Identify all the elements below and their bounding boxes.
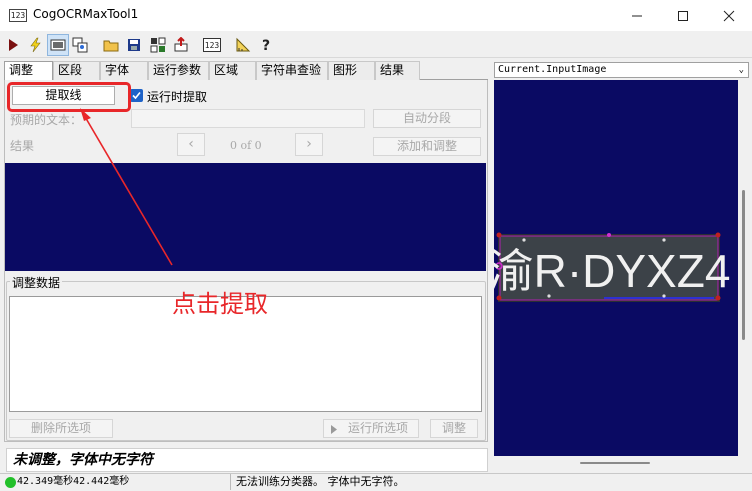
ruler-icon[interactable] — [232, 34, 254, 56]
highlight-box — [7, 82, 131, 112]
tab-results[interactable]: 结果 — [375, 61, 420, 80]
chevron-right-icon: › — [306, 136, 312, 152]
tab-graphics[interactable]: 图形 — [328, 61, 375, 80]
run-extract-checkbox[interactable] — [130, 89, 143, 102]
annotation-text: 点击提取 — [172, 290, 268, 318]
input-image-display[interactable]: 渝R·DYXZ4 — [488, 80, 738, 456]
license-plate-image: 渝R·DYXZ4 — [488, 232, 730, 302]
run-icon[interactable] — [2, 34, 24, 56]
tab-tune[interactable]: 调整 — [4, 61, 53, 81]
result-pager: 0 of 0 — [230, 139, 262, 152]
tab-segment[interactable]: 区段 — [53, 61, 100, 80]
tune-button[interactable]: 调整 — [430, 419, 478, 438]
run-selected-button[interactable]: 运行所选项 — [323, 419, 419, 438]
maximize-icon[interactable] — [660, 0, 706, 31]
auto-segment-button[interactable]: 自动分段 — [373, 109, 481, 128]
timing-text: 42.349毫秒42.442毫秒 — [17, 476, 130, 487]
chevron-left-icon: ‹ — [188, 136, 194, 152]
ocr-font-icon[interactable]: 123 — [201, 34, 223, 56]
tab-region[interactable]: 区域 — [209, 61, 256, 80]
svg-text:?: ? — [262, 38, 270, 53]
horizontal-scroll-thumb[interactable] — [580, 462, 650, 464]
delete-selected-button[interactable]: 删除所选项 — [9, 419, 113, 438]
next-result-button[interactable]: › — [295, 133, 323, 156]
expected-text-label: 预期的文本： — [10, 113, 83, 127]
chevron-down-icon: ⌄ — [738, 65, 744, 75]
close-icon[interactable] — [706, 0, 752, 31]
toolbar: 123 ? — [0, 31, 752, 58]
open-folder-icon[interactable] — [100, 34, 122, 56]
image-horizontal-scrollbar[interactable] — [494, 456, 738, 469]
save-icon[interactable] — [123, 34, 145, 56]
tab-string-check[interactable]: 字符串查验 — [256, 61, 328, 80]
tab-font[interactable]: 字体 — [100, 61, 148, 80]
app-icon: 123 — [9, 9, 27, 22]
image-vertical-scrollbar[interactable] — [738, 80, 749, 456]
status-ok-icon — [5, 477, 16, 488]
image-selector[interactable]: Current.InputImage ⌄ — [494, 62, 749, 78]
title-bar: 123 CogOCRMaxTool1 — [0, 0, 752, 31]
status-bar: 42.349毫秒42.442毫秒 无法训练分类器。 字体中无字符。 — [0, 473, 752, 491]
image-display-icon[interactable] — [47, 34, 69, 56]
tab-run-params[interactable]: 运行参数 — [148, 61, 209, 80]
lightning-icon[interactable] — [24, 34, 46, 56]
expected-text-input[interactable] — [131, 109, 365, 128]
add-tune-button[interactable]: 添加和调整 — [373, 137, 481, 156]
tune-data-label: 调整数据 — [10, 274, 63, 291]
tab-strip: 调整 区段 字体 运行参数 区域 字符串查验 图形 结果 — [4, 61, 488, 81]
status-divider — [230, 474, 231, 490]
result-image-area — [5, 163, 486, 271]
prev-result-button[interactable]: ‹ — [177, 133, 205, 156]
checkmark-icon — [132, 91, 141, 100]
window-title: CogOCRMaxTool1 — [33, 7, 139, 21]
image-copy-icon[interactable] — [69, 34, 91, 56]
vertical-scroll-thumb[interactable] — [742, 190, 745, 340]
grid-icon[interactable] — [147, 34, 169, 56]
svg-text:123: 123 — [205, 41, 220, 50]
minimize-icon[interactable] — [614, 0, 660, 31]
image-selector-value: Current.InputImage — [498, 64, 607, 75]
play-icon — [330, 423, 338, 440]
classifier-status: 无法训练分类器。 字体中无字符。 — [236, 475, 405, 488]
result-label: 结果 — [10, 139, 35, 153]
import-icon[interactable] — [170, 34, 192, 56]
tune-status-message: 未调整，字体中无字符 — [6, 448, 488, 472]
plate-text: 渝R·DYXZ4 — [494, 245, 730, 297]
help-icon[interactable]: ? — [255, 34, 277, 56]
run-extract-label: 运行时提取 — [147, 90, 208, 104]
run-selected-label: 运行所选项 — [347, 421, 408, 435]
